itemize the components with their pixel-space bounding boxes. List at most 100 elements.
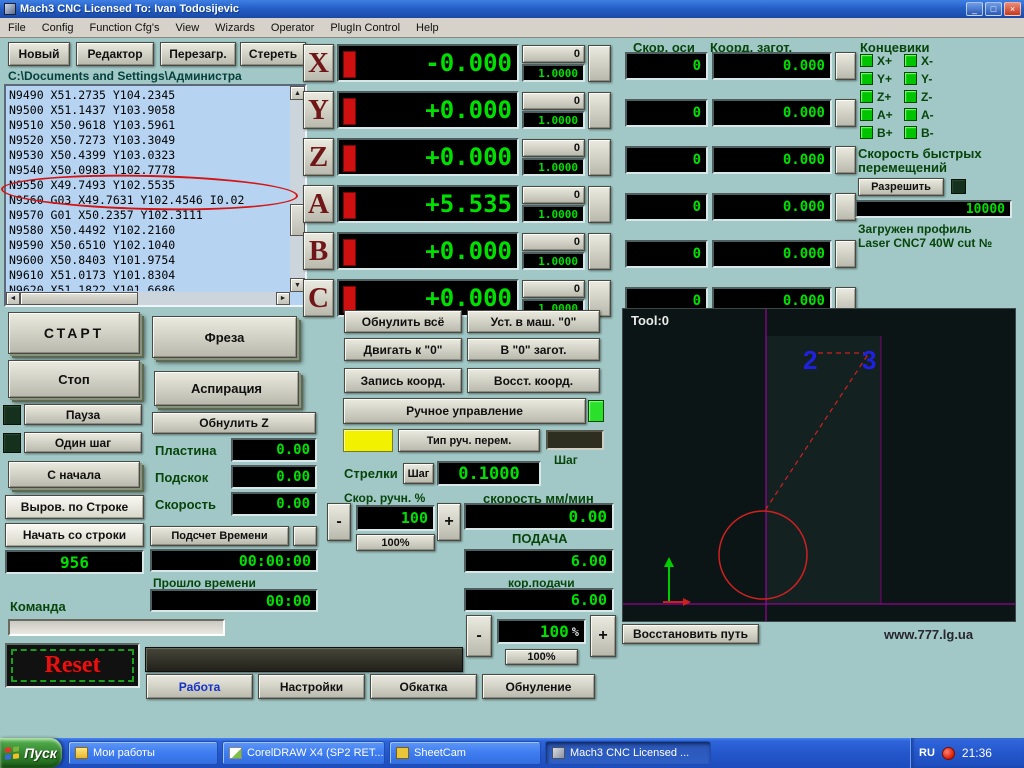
axis-y-dro[interactable]: +0.000: [337, 91, 519, 129]
axis-c-zero-led[interactable]: [343, 286, 356, 313]
scroll-left-icon[interactable]: ◄: [6, 292, 20, 305]
axis-a-work-button[interactable]: [835, 193, 856, 221]
single-step-button[interactable]: Один шаг: [24, 432, 142, 453]
axis-y-zero-led[interactable]: [343, 98, 356, 125]
mill-button[interactable]: Фреза: [152, 316, 297, 358]
pause-button[interactable]: Пауза: [24, 404, 142, 425]
menu-view[interactable]: View: [168, 20, 208, 36]
scroll-right-icon[interactable]: ►: [276, 292, 290, 305]
tab-work[interactable]: Работа: [146, 674, 253, 699]
taskbar-item-sheetcam[interactable]: SheetCam: [389, 741, 541, 765]
feed-cor-dro[interactable]: 6.00: [464, 588, 614, 612]
step-button[interactable]: Шаг: [403, 463, 434, 484]
axis-y-scale[interactable]: 1.0000: [522, 111, 585, 129]
edit-file-button[interactable]: Редактор: [76, 42, 154, 66]
axis-b-scale[interactable]: 1.0000: [522, 252, 585, 270]
language-indicator[interactable]: RU: [919, 747, 935, 759]
start-menu-button[interactable]: Пуск: [0, 738, 62, 768]
maximize-button[interactable]: □: [985, 2, 1002, 16]
menu-config[interactable]: Config: [34, 20, 82, 36]
axis-b-dro[interactable]: +0.000: [337, 232, 519, 270]
axis-y-work[interactable]: 0.000: [712, 99, 832, 127]
line-number-dro[interactable]: 956: [5, 550, 144, 574]
axis-y-aux-button[interactable]: [588, 92, 611, 129]
restore-path-button[interactable]: Восстановить путь: [622, 624, 759, 644]
axis-z-scale[interactable]: 1.0000: [522, 158, 585, 176]
hscroll-thumb[interactable]: [20, 292, 138, 305]
axis-x-work[interactable]: 0.000: [712, 52, 832, 80]
jog-mode-button[interactable]: Тип руч. перем.: [398, 429, 540, 452]
axis-a-work[interactable]: 0.000: [712, 193, 832, 221]
menu-plugin-control[interactable]: PlugIn Control: [322, 20, 408, 36]
taskbar-item-coreldraw[interactable]: CorelDRAW X4 (SP2 RET...: [222, 741, 385, 765]
axis-z-offset-button[interactable]: 0: [522, 139, 585, 157]
axis-b-work[interactable]: 0.000: [712, 240, 832, 268]
timer-aux-button[interactable]: [293, 526, 317, 546]
minimize-button[interactable]: _: [966, 2, 983, 16]
save-coords-button[interactable]: Запись коорд.: [344, 368, 462, 393]
axis-b-button[interactable]: B: [303, 232, 334, 270]
jog-speed-plus-button[interactable]: +: [437, 503, 461, 541]
reload-file-button[interactable]: Перезагр.: [160, 42, 236, 66]
axis-b-offset-button[interactable]: 0: [522, 233, 585, 251]
menu-wizards[interactable]: Wizards: [207, 20, 263, 36]
jog-speed-minus-button[interactable]: -: [327, 503, 351, 541]
antivirus-tray-icon[interactable]: [942, 747, 955, 760]
reset-button[interactable]: Reset: [5, 643, 140, 688]
plate-dro[interactable]: 0.00: [231, 438, 317, 462]
zero-z-button[interactable]: Обнулить Z: [152, 412, 316, 434]
axis-b-aux-button[interactable]: [588, 233, 611, 270]
vacuum-button[interactable]: Аспирация: [154, 371, 299, 406]
to-work-zero-button[interactable]: В "0" загот.: [467, 338, 600, 361]
axis-a-dro[interactable]: +5.535: [337, 185, 519, 223]
fro-reset-button[interactable]: 100%: [505, 649, 578, 665]
axis-y-work-button[interactable]: [835, 99, 856, 127]
axis-x-dro[interactable]: -0.000: [337, 44, 519, 82]
axis-b-zero-led[interactable]: [343, 239, 356, 266]
taskbar-item-mach3[interactable]: Mach3 CNC Licensed ...: [545, 741, 711, 765]
zero-all-button[interactable]: Обнулить всё: [344, 310, 462, 333]
axis-a-scale[interactable]: 1.0000: [522, 205, 585, 223]
new-file-button[interactable]: Новый: [8, 42, 70, 66]
axis-z-aux-button[interactable]: [588, 139, 611, 176]
taskbar-item-my-works[interactable]: Мои работы: [68, 741, 218, 765]
fro-dro[interactable]: 100%: [497, 619, 586, 644]
from-begin-button[interactable]: С начала: [8, 461, 140, 488]
axis-z-work[interactable]: 0.000: [712, 146, 832, 174]
axis-z-zero-led[interactable]: [343, 145, 356, 172]
axis-a-zero-led[interactable]: [343, 192, 356, 219]
manual-control-button[interactable]: Ручное управление: [343, 398, 586, 424]
from-line-button[interactable]: Начать со строки: [5, 523, 144, 547]
axis-x-button[interactable]: X: [303, 44, 334, 82]
axis-a-aux-button[interactable]: [588, 186, 611, 223]
speed-dro[interactable]: 0.00: [231, 492, 317, 516]
retract-dro[interactable]: 0.00: [231, 465, 317, 489]
align-line-button[interactable]: Выров. по Строке: [5, 495, 144, 519]
restore-coords-button[interactable]: Восст. коорд.: [467, 368, 600, 393]
menu-function-cfgs[interactable]: Function Cfg's: [82, 20, 168, 36]
jog-speed-reset-button[interactable]: 100%: [356, 534, 435, 551]
rapid-enable-button[interactable]: Разрешить: [858, 178, 944, 196]
rapid-speed-dro[interactable]: 10000: [855, 200, 1012, 218]
axis-y-button[interactable]: Y: [303, 91, 334, 129]
axis-z-dro[interactable]: +0.000: [337, 138, 519, 176]
axis-a-button[interactable]: A: [303, 185, 334, 223]
jog-mode-indicator[interactable]: [343, 429, 393, 452]
gcode-list[interactable]: N9490 X51.2735 Y104.2345 N9500 X51.1437 …: [4, 84, 307, 307]
fro-plus-button[interactable]: +: [590, 615, 616, 657]
axis-b-work-button[interactable]: [835, 240, 856, 268]
override-slider[interactable]: [145, 647, 463, 672]
axis-z-work-button[interactable]: [835, 146, 856, 174]
axis-z-button[interactable]: Z: [303, 138, 334, 176]
axis-a-offset-button[interactable]: 0: [522, 186, 585, 204]
menu-operator[interactable]: Operator: [263, 20, 322, 36]
gcode-hscrollbar[interactable]: ◄ ►: [6, 292, 290, 305]
menu-help[interactable]: Help: [408, 20, 447, 36]
feed-dro[interactable]: 6.00: [464, 549, 614, 573]
fro-minus-button[interactable]: -: [466, 615, 492, 657]
axis-c-offset-button[interactable]: 0: [522, 280, 585, 298]
axis-x-offset-button[interactable]: 0: [522, 45, 585, 63]
jog-speed-dro[interactable]: 100: [356, 505, 435, 531]
axis-x-scale[interactable]: 1.0000: [522, 64, 585, 82]
close-button[interactable]: ×: [1004, 2, 1021, 16]
